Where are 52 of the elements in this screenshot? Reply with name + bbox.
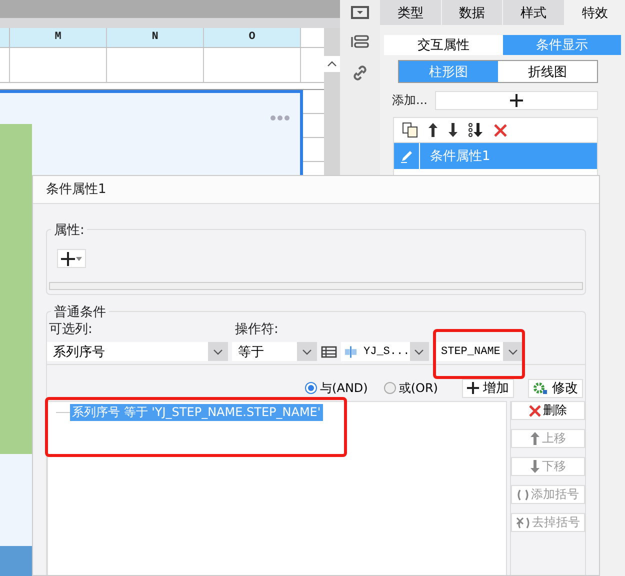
gear-icon: [533, 381, 548, 395]
panel-tab[interactable]: 类型: [380, 0, 440, 25]
header-cell: [301, 28, 324, 47]
plus-icon: [61, 252, 75, 266]
chevron-up-icon[interactable]: [327, 61, 337, 67]
edit-condition-button[interactable]: 修改: [528, 378, 583, 398]
chevron-down-icon: [213, 348, 223, 354]
column-label: 可选列:: [48, 321, 94, 338]
plus-icon: [510, 94, 524, 107]
chart-bar: [0, 546, 32, 576]
arrow-down-icon: [530, 460, 540, 473]
logic-radio[interactable]: 或(OR): [384, 380, 438, 396]
caret-icon: [76, 256, 82, 260]
group-label: 普通条件: [51, 303, 109, 321]
dialog-title: 条件属性1: [33, 176, 599, 204]
parentheses-icon: [517, 488, 529, 500]
add-label: 添加...: [392, 92, 428, 109]
field-dropdown[interactable]: STEP_NAME: [435, 342, 523, 361]
chevron-down-icon: [508, 348, 518, 354]
window-icon[interactable]: [351, 6, 369, 19]
panel-tab[interactable]: 样式: [503, 0, 564, 25]
scrollbar[interactable]: [49, 282, 583, 290]
arrow-up-icon[interactable]: [428, 123, 438, 137]
link-icon[interactable]: [352, 65, 368, 81]
delete-icon[interactable]: [494, 124, 507, 136]
pencil-icon: [400, 149, 414, 163]
mode-tab[interactable]: 交互属性: [384, 35, 502, 55]
column-header[interactable]: N: [107, 28, 204, 47]
group-label: 属性:: [51, 221, 88, 239]
delete-button[interactable]: 删除: [511, 401, 585, 420]
panel-tab[interactable]: 数据: [442, 0, 502, 25]
field-icon: [344, 346, 358, 358]
logic-radio[interactable]: 与(AND): [305, 380, 368, 396]
move-to-bottom-icon[interactable]: [468, 123, 484, 137]
copy-icon[interactable]: [402, 122, 418, 138]
chevron-down-icon: [302, 348, 312, 354]
operator-label: 操作符:: [235, 321, 278, 338]
arrow-down-icon[interactable]: [448, 123, 458, 137]
plus-icon: [467, 382, 479, 394]
field-dropdown[interactable]: YJ_S...: [341, 342, 429, 361]
layers-icon[interactable]: [351, 35, 369, 49]
arrow-up-icon: [530, 432, 540, 445]
column-header[interactable]: M: [10, 28, 107, 47]
table-icon[interactable]: [321, 346, 337, 358]
remove-parentheses-icon: [516, 516, 530, 528]
operator-dropdown[interactable]: 等于: [232, 342, 317, 361]
add-attribute-button[interactable]: [57, 249, 86, 268]
chart-type-tab[interactable]: 折线图: [498, 61, 597, 82]
column-dropdown[interactable]: 系列序号: [47, 342, 228, 361]
add-condition-button[interactable]: 增加: [462, 378, 514, 398]
delete-icon: [529, 404, 541, 416]
chevron-down-icon: [414, 348, 424, 354]
